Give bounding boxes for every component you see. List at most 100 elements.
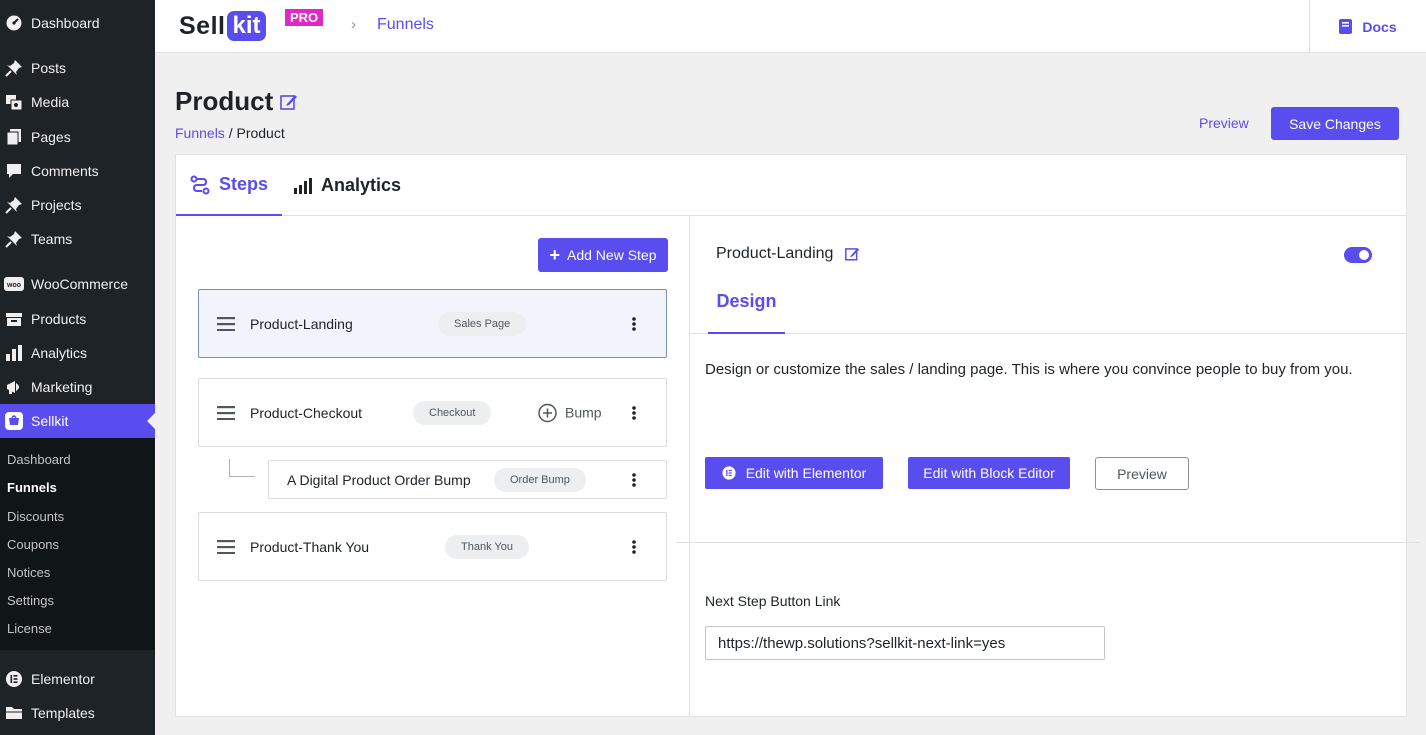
sidebar-item-woocommerce[interactable]: woo WooCommerce [0,267,155,301]
media-icon [4,92,24,112]
top-breadcrumb-funnels[interactable]: Funnels [377,16,434,34]
more-options-icon[interactable] [632,316,636,331]
tab-analytics-label: Analytics [321,175,402,195]
submenu-coupons[interactable]: Coupons [7,537,59,552]
order-bump-card[interactable]: A Digital Product Order Bump Order Bump [268,460,667,499]
sidebar-item-label: WooCommerce [31,276,128,292]
megaphone-icon [4,377,24,397]
drag-handle-icon[interactable] [217,405,235,420]
submenu-notices[interactable]: Notices [7,565,50,580]
sidebar-item-label: Elementor [31,671,95,687]
toggle-knob [1359,250,1369,260]
sidebar-item-templates[interactable]: Templates [0,696,155,730]
sellkit-submenu: Dashboard Funnels Discounts Coupons Noti… [0,438,155,650]
admin-sidebar: Dashboard Posts Media Pages Comments Pro… [0,0,155,735]
sidebar-item-label: Dashboard [31,15,100,31]
edit-title-icon[interactable] [280,93,298,115]
sidebar-item-label: Pages [31,129,71,145]
step-type-badge: Order Bump [494,467,586,492]
step-card[interactable]: Product-Landing Sales Page [198,289,667,358]
step-card[interactable]: Product-Thank You Thank You [198,512,667,581]
more-options-icon[interactable] [632,405,636,420]
design-description: Design or customize the sales / landing … [705,361,1353,378]
step-card[interactable]: Product-Checkout Checkout Bump [198,378,667,447]
elementor-icon [722,466,736,480]
funnel-editor-card: Steps Analytics + Add New Step Product-L… [175,154,1421,717]
step-name: A Digital Product Order Bump [287,471,471,488]
tab-steps[interactable]: Steps [176,155,282,216]
docs-button[interactable]: Docs [1309,0,1426,53]
breadcrumb-funnels-link[interactable]: Funnels [175,125,225,141]
steps-icon [190,175,210,195]
sidebar-item-elementor[interactable]: Elementor [0,662,155,696]
step-name: Product-Thank You [250,538,370,555]
step-name: Product-Landing [250,315,353,332]
sidebar-item-pages[interactable]: Pages [0,120,155,154]
breadcrumb-separator: / [228,125,233,141]
edit-step-name-icon[interactable] [845,246,860,261]
section-divider [676,542,1421,543]
woo-icon: woo [4,274,24,294]
logo-text-kit: kit [227,11,266,41]
step-enabled-toggle[interactable] [1344,247,1372,263]
add-new-step-label: Add New Step [567,247,657,263]
archive-icon [4,309,24,329]
pages-icon [4,127,24,147]
sidebar-item-sellkit[interactable]: Sellkit [0,404,155,438]
order-bump-connector [229,459,255,477]
more-options-icon[interactable] [632,472,636,487]
pro-badge: PRO [285,9,324,26]
sidebar-item-dashboard[interactable]: Dashboard [0,6,155,40]
preview-link[interactable]: Preview [1199,115,1249,131]
add-new-step-button[interactable]: + Add New Step [538,238,668,272]
sidebar-item-label: Projects [31,197,82,213]
sellkit-icon [4,411,24,431]
submenu-license[interactable]: License [7,621,52,636]
step-name: Product-Checkout [250,404,363,421]
step-type-badge: Checkout [413,400,492,425]
next-step-link-input[interactable] [705,626,1105,660]
edit-with-block-editor-button[interactable]: Edit with Block Editor [908,457,1070,489]
add-bump-button[interactable]: Bump [538,403,602,422]
submenu-funnels[interactable]: Funnels [7,480,57,495]
drag-handle-icon[interactable] [217,539,235,554]
sidebar-item-comments[interactable]: Comments [0,154,155,188]
bump-label: Bump [565,404,602,421]
bar-chart-icon [4,343,24,363]
logo-text-sell: Sell [179,11,226,40]
more-options-icon[interactable] [632,539,636,554]
save-changes-button[interactable]: Save Changes [1271,107,1399,140]
sellkit-logo[interactable]: Sell kit PRO [179,8,324,44]
edit-with-elementor-label: Edit with Elementor [745,465,867,481]
tab-analytics[interactable]: Analytics [294,155,401,216]
tab-steps-label: Steps [218,174,269,194]
tab-design[interactable]: Design [708,270,785,334]
elementor-icon [4,669,24,689]
selected-step-title: Product-Landing [716,245,834,262]
plus-circle-icon [538,403,557,422]
submenu-settings[interactable]: Settings [7,593,54,608]
edit-with-elementor-button[interactable]: Edit with Elementor [705,457,883,489]
top-bar: Sell kit PRO › Funnels Docs [155,0,1426,53]
sidebar-item-media[interactable]: Media [0,85,155,119]
sidebar-item-analytics[interactable]: Analytics [0,336,155,370]
breadcrumb-current: Product [236,125,285,141]
preview-step-button[interactable]: Preview [1095,457,1189,490]
drag-handle-icon[interactable] [217,316,235,331]
sidebar-item-marketing[interactable]: Marketing [0,370,155,404]
step-type-badge: Thank You [445,534,529,559]
sidebar-item-posts[interactable]: Posts [0,51,155,85]
plus-icon: + [549,245,560,265]
sidebar-item-teams[interactable]: Teams [0,222,155,256]
submenu-discounts[interactable]: Discounts [7,509,64,524]
sidebar-item-label: Marketing [31,379,93,395]
page-title: Product [175,86,274,116]
sidebar-item-projects[interactable]: Projects [0,188,155,222]
submenu-dashboard[interactable]: Dashboard [7,452,71,467]
comment-icon [4,161,24,181]
folder-icon [4,703,24,723]
sidebar-item-products[interactable]: Products [0,302,155,336]
chevron-right-icon: › [351,16,356,33]
sidebar-item-label: Sellkit [31,413,69,429]
step-type-badge: Sales Page [438,311,527,336]
